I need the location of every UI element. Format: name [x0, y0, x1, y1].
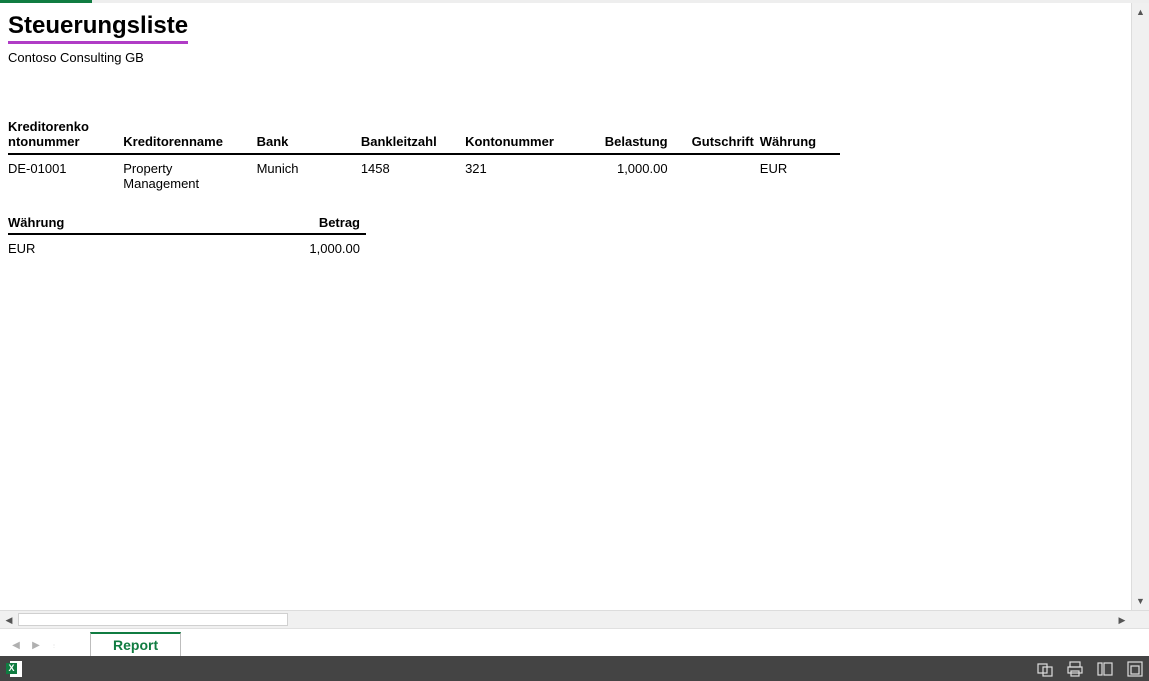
th-bank: Bank	[257, 120, 361, 154]
cell-waehrung: EUR	[760, 154, 840, 193]
print-icon[interactable]	[1067, 661, 1083, 677]
summary-row: EUR 1,000.00	[8, 234, 366, 258]
sheet-tabs: ◀ ▶ ⋮ Report	[0, 628, 1149, 656]
report-content: Steuerungsliste Contoso Consulting GB Kr…	[0, 3, 1131, 610]
shortcuts-icon[interactable]	[1037, 661, 1053, 677]
th-waehrung: Währung	[760, 120, 840, 154]
th-summary-betrag: Betrag	[208, 215, 366, 234]
horizontal-scrollbar[interactable]: ◀ ▶	[0, 610, 1149, 628]
th-kontonummer: Kontonummer	[465, 120, 569, 154]
fullscreen-icon[interactable]	[1127, 661, 1143, 677]
th-summary-waehrung: Währung	[8, 215, 208, 234]
th-belastung: Belastung	[569, 120, 673, 154]
scroll-corner	[1131, 611, 1149, 628]
main-table: Kreditorenko ntonummer Kreditorenname Ba…	[8, 120, 840, 193]
scroll-up-icon[interactable]: ▲	[1132, 3, 1149, 21]
app: Steuerungsliste Contoso Consulting GB Kr…	[0, 0, 1149, 681]
cell-summary-betrag: 1,000.00	[208, 234, 366, 258]
status-bar	[0, 656, 1149, 681]
cell-summary-waehrung: EUR	[8, 234, 208, 258]
scroll-down-icon[interactable]: ▼	[1132, 592, 1149, 610]
th-gutschrift: Gutschrift	[674, 120, 760, 154]
tab-prev-icon[interactable]: ◀	[6, 634, 26, 656]
viewport: Steuerungsliste Contoso Consulting GB Kr…	[0, 3, 1149, 610]
hscroll-thumb[interactable]	[18, 613, 288, 626]
th-kreditorenkontonummer: Kreditorenko ntonummer	[8, 120, 123, 154]
hscroll-track[interactable]	[18, 611, 1113, 628]
cell-kontonummer: 321	[465, 154, 569, 193]
cell-bankleitzahl: 1458	[361, 154, 465, 193]
scroll-left-icon[interactable]: ◀	[0, 611, 18, 629]
tab-next-icon[interactable]: ▶	[26, 634, 46, 656]
tab-report[interactable]: Report	[90, 632, 181, 656]
cell-kreditorenkontonummer: DE-01001	[8, 154, 123, 193]
scroll-right-icon[interactable]: ▶	[1113, 611, 1131, 629]
table-row: DE-01001 Property Management Munich 1458…	[8, 154, 840, 193]
cell-kreditorenname: Property Management	[123, 154, 256, 193]
page-title: Steuerungsliste	[8, 13, 188, 44]
th-bankleitzahl: Bankleitzahl	[361, 120, 465, 154]
th-kreditorenname: Kreditorenname	[123, 120, 256, 154]
table-header-row: Kreditorenko ntonummer Kreditorenname Ba…	[8, 120, 840, 154]
excel-icon	[6, 661, 24, 677]
tab-more-icon[interactable]: ⋮	[46, 634, 64, 656]
cell-gutschrift	[674, 154, 760, 193]
page-layout-icon[interactable]	[1097, 661, 1113, 677]
summary-table: Währung Betrag EUR 1,000.00	[8, 215, 366, 258]
company-subtitle: Contoso Consulting GB	[8, 50, 1123, 65]
cell-bank: Munich	[257, 154, 361, 193]
vertical-scrollbar[interactable]: ▲ ▼	[1131, 3, 1149, 610]
summary-header-row: Währung Betrag	[8, 215, 366, 234]
cell-belastung: 1,000.00	[569, 154, 673, 193]
